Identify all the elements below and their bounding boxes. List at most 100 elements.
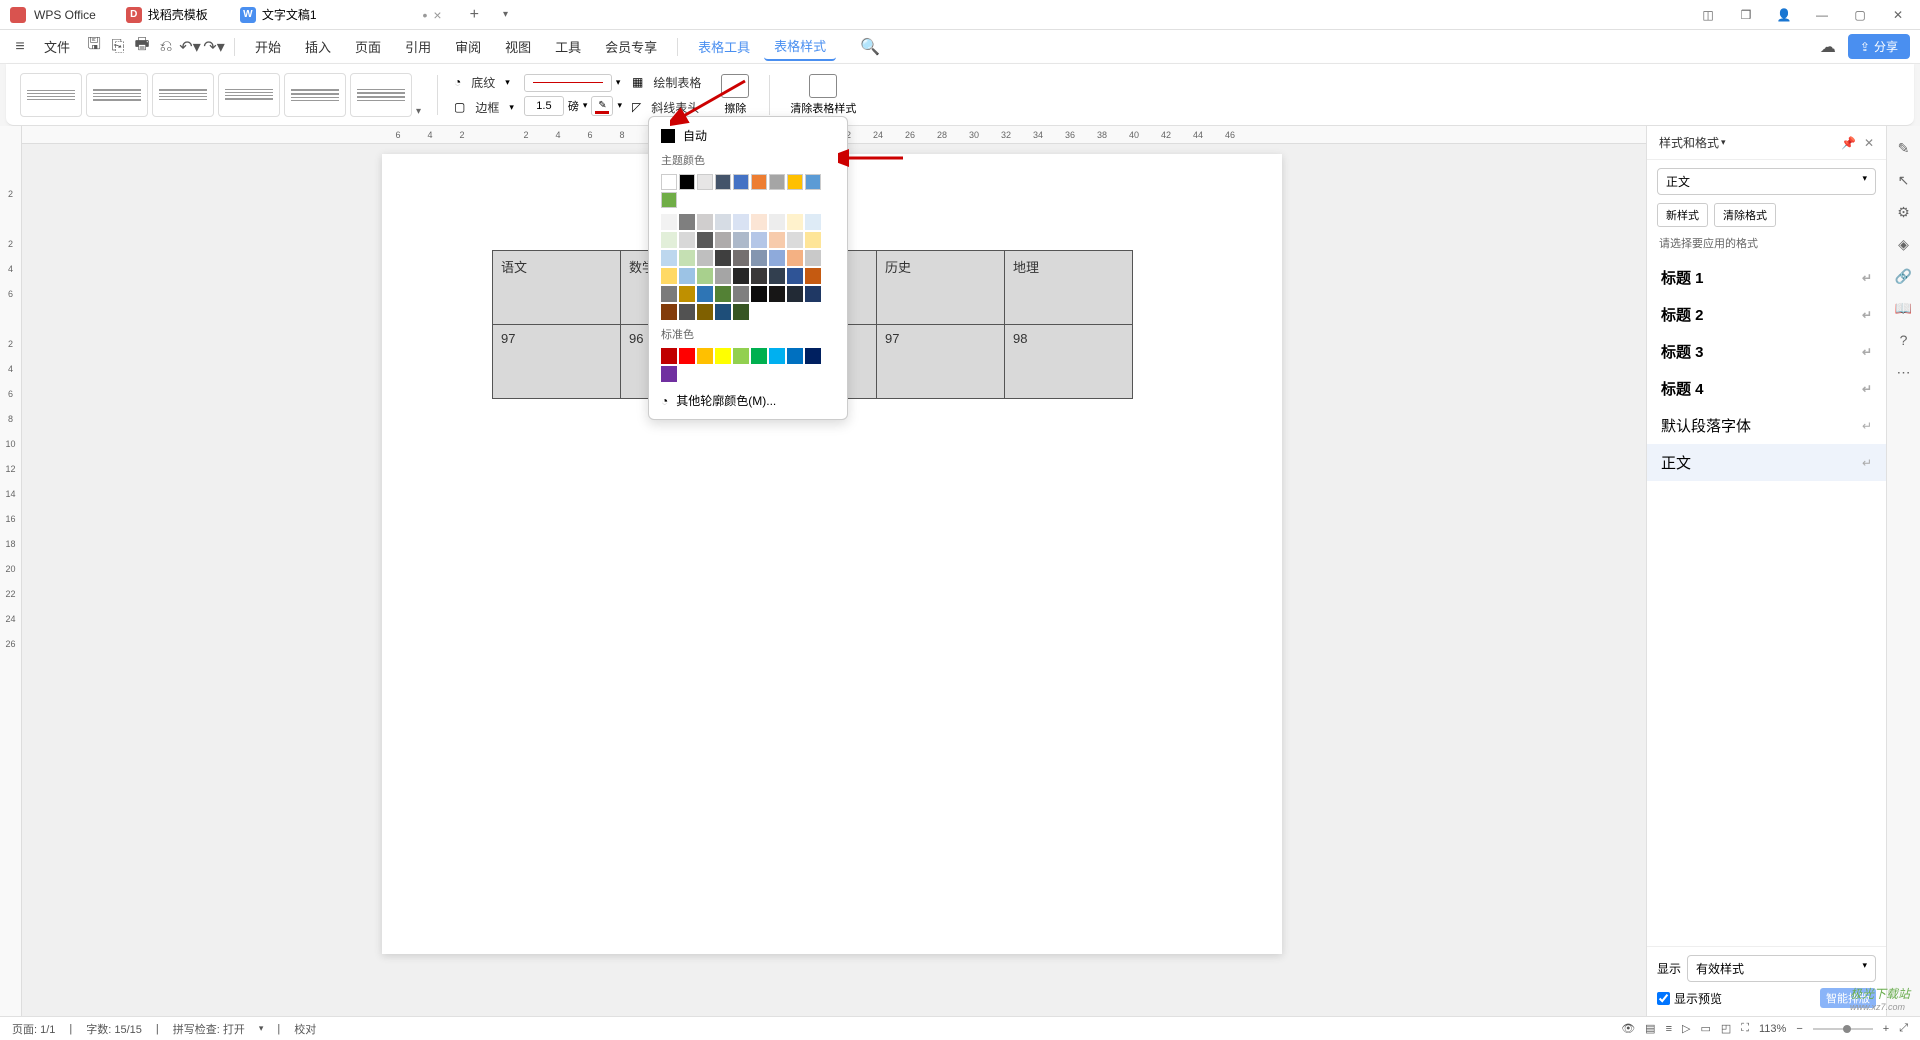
display-filter-select[interactable]: 有效样式▾: [1687, 955, 1876, 982]
table-style-1[interactable]: [20, 73, 82, 117]
save-icon[interactable]: 🖫: [84, 37, 104, 57]
close-panel-icon[interactable]: ✕: [1864, 136, 1874, 150]
tab-document[interactable]: W 文字文稿1 • ×: [228, 2, 454, 27]
color-auto-row[interactable]: 自动: [649, 123, 847, 148]
color-swatch[interactable]: [661, 304, 677, 320]
color-swatch[interactable]: [715, 250, 731, 266]
color-swatch[interactable]: [679, 348, 695, 364]
minimize-button[interactable]: —: [1810, 3, 1834, 27]
redo-icon[interactable]: ↷▾: [204, 37, 224, 57]
color-swatch[interactable]: [679, 174, 695, 190]
zoom-slider[interactable]: [1813, 1028, 1873, 1030]
color-swatch[interactable]: [715, 232, 731, 248]
table-cell[interactable]: 98: [1005, 325, 1133, 399]
pen-color-dropdown[interactable]: ▾: [617, 100, 622, 111]
share-button[interactable]: ⇪ 分享: [1848, 34, 1910, 59]
more-icon[interactable]: ⋯: [1894, 362, 1914, 382]
color-swatch[interactable]: [715, 214, 731, 230]
color-swatch[interactable]: [751, 250, 767, 266]
tab-menu-button[interactable]: ▾: [495, 9, 516, 20]
color-swatch[interactable]: [769, 348, 785, 364]
color-swatch[interactable]: [805, 268, 821, 284]
color-swatch[interactable]: [733, 286, 749, 302]
color-swatch[interactable]: [805, 286, 821, 302]
color-swatch[interactable]: [769, 214, 785, 230]
preview-checkbox-row[interactable]: 显示预览 智能排版: [1657, 988, 1876, 1008]
color-swatch[interactable]: [769, 286, 785, 302]
read-icon[interactable]: ▭: [1700, 1022, 1710, 1035]
select-icon[interactable]: ↖: [1894, 170, 1914, 190]
cloud-icon[interactable]: ☁: [1818, 37, 1838, 57]
color-swatch[interactable]: [697, 286, 713, 302]
color-swatch[interactable]: [715, 174, 731, 190]
draw-table-button[interactable]: 绘制表格: [647, 72, 707, 93]
color-swatch[interactable]: [679, 268, 695, 284]
tab-close-icon[interactable]: ×: [433, 7, 441, 23]
clear-format-button[interactable]: 清除格式: [1714, 203, 1776, 227]
color-swatch[interactable]: [751, 286, 767, 302]
border-button[interactable]: 边框: [469, 97, 505, 118]
menu-page[interactable]: 页面: [345, 33, 391, 60]
color-swatch[interactable]: [787, 232, 803, 248]
dropdown-icon[interactable]: ▾: [505, 77, 510, 88]
color-swatch[interactable]: [715, 348, 731, 364]
style-list-item[interactable]: 默认段落字体↵: [1647, 407, 1886, 444]
line-style-selector[interactable]: [524, 74, 612, 92]
diagonal-button[interactable]: 斜线表头: [645, 97, 705, 118]
view-icon[interactable]: 👁: [1621, 1022, 1635, 1035]
word-count[interactable]: 字数: 15/15: [86, 1021, 142, 1037]
table-cell[interactable]: 97: [493, 325, 621, 399]
color-swatch[interactable]: [679, 304, 695, 320]
style-list-item[interactable]: 标题 2↵: [1647, 296, 1886, 333]
color-swatch[interactable]: [697, 304, 713, 320]
color-swatch[interactable]: [661, 348, 677, 364]
color-swatch[interactable]: [679, 232, 695, 248]
close-window-button[interactable]: ✕: [1886, 3, 1910, 27]
color-swatch[interactable]: [661, 268, 677, 284]
book-icon[interactable]: 📖: [1894, 298, 1914, 318]
tab-close-icon[interactable]: •: [423, 7, 428, 23]
color-swatch[interactable]: [697, 348, 713, 364]
color-swatch[interactable]: [805, 250, 821, 266]
line-weight-input[interactable]: 1.5: [524, 96, 564, 116]
color-swatch[interactable]: [751, 268, 767, 284]
window-layout-icon[interactable]: ◫: [1696, 3, 1720, 27]
color-swatch[interactable]: [733, 304, 749, 320]
cube-icon[interactable]: ❒: [1734, 3, 1758, 27]
color-swatch[interactable]: [787, 250, 803, 266]
color-swatch[interactable]: [787, 174, 803, 190]
table-cell[interactable]: 97: [877, 325, 1005, 399]
color-swatch[interactable]: [787, 348, 803, 364]
tab-templates[interactable]: D 找稻壳模板: [114, 2, 220, 27]
color-swatch[interactable]: [715, 304, 731, 320]
pen-color-button[interactable]: ✎: [591, 96, 613, 116]
clear-style-button[interactable]: 清除表格样式: [786, 70, 860, 120]
color-swatch[interactable]: [697, 232, 713, 248]
menu-start[interactable]: 开始: [245, 33, 291, 60]
print-preview-icon[interactable]: ⎘: [108, 37, 128, 57]
color-swatch[interactable]: [697, 174, 713, 190]
expand-icon[interactable]: ⤢: [1899, 1022, 1908, 1035]
color-swatch[interactable]: [661, 214, 677, 230]
color-swatch[interactable]: [787, 214, 803, 230]
shading-button[interactable]: 底纹: [465, 72, 501, 93]
color-swatch[interactable]: [715, 268, 731, 284]
table-style-5[interactable]: [284, 73, 346, 117]
pin-icon[interactable]: 📌: [1841, 136, 1856, 150]
color-swatch[interactable]: [661, 174, 677, 190]
menu-insert[interactable]: 插入: [295, 33, 341, 60]
table-cell[interactable]: 语文: [493, 251, 621, 325]
draw-table-icon[interactable]: ▦: [632, 75, 643, 89]
color-swatch[interactable]: [679, 286, 695, 302]
color-swatch[interactable]: [661, 366, 677, 382]
color-swatch[interactable]: [661, 232, 677, 248]
color-swatch[interactable]: [715, 286, 731, 302]
dropdown-icon[interactable]: ▾: [509, 102, 514, 113]
file-menu[interactable]: 文件: [34, 33, 80, 60]
erase-button[interactable]: 擦除: [717, 70, 753, 120]
menu-table-style[interactable]: 表格样式: [764, 32, 836, 61]
maximize-button[interactable]: ▢: [1848, 3, 1872, 27]
menu-view[interactable]: 视图: [495, 33, 541, 60]
table-style-4[interactable]: [218, 73, 280, 117]
menu-reference[interactable]: 引用: [395, 33, 441, 60]
